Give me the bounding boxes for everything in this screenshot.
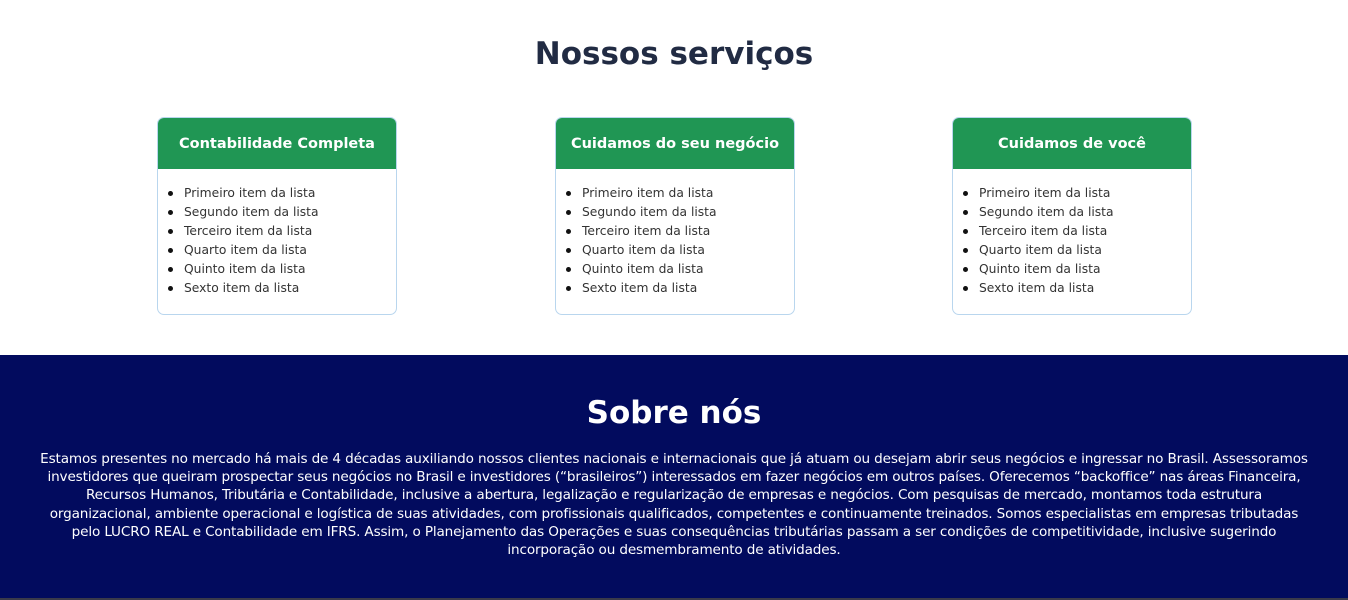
list-item: Primeiro item da lista: [566, 184, 794, 203]
service-card-contabilidade: Contabilidade Completa Primeiro item da …: [157, 117, 397, 315]
services-section: Nossos serviços Contabilidade Completa P…: [0, 0, 1348, 355]
list-item: Quarto item da lista: [566, 241, 794, 260]
list-item: Quinto item da lista: [963, 260, 1191, 279]
list-item: Terceiro item da lista: [963, 222, 1191, 241]
list-item: Segundo item da lista: [566, 203, 794, 222]
list-item: Quinto item da lista: [566, 260, 794, 279]
list-item: Segundo item da lista: [168, 203, 396, 222]
about-section: Sobre nós Estamos presentes no mercado h…: [0, 355, 1348, 598]
services-title: Nossos serviços: [534, 36, 814, 72]
card-list: Primeiro item da lista Segundo item da l…: [158, 169, 396, 298]
list-item: Quinto item da lista: [168, 260, 396, 279]
card-header: Cuidamos de você: [953, 118, 1191, 169]
list-item: Quarto item da lista: [963, 241, 1191, 260]
card-list: Primeiro item da lista Segundo item da l…: [556, 169, 794, 298]
card-header: Cuidamos do seu negócio: [556, 118, 794, 169]
card-header: Contabilidade Completa: [158, 118, 396, 169]
about-title: Sobre nós: [586, 395, 762, 431]
card-list: Primeiro item da lista Segundo item da l…: [953, 169, 1191, 298]
list-item: Primeiro item da lista: [168, 184, 396, 203]
list-item: Terceiro item da lista: [566, 222, 794, 241]
list-item: Terceiro item da lista: [168, 222, 396, 241]
list-item: Quarto item da lista: [168, 241, 396, 260]
service-card-voce: Cuidamos de você Primeiro item da lista …: [952, 117, 1192, 315]
service-card-negocio: Cuidamos do seu negócio Primeiro item da…: [555, 117, 795, 315]
list-item: Primeiro item da lista: [963, 184, 1191, 203]
list-item: Sexto item da lista: [963, 279, 1191, 298]
list-item: Segundo item da lista: [963, 203, 1191, 222]
list-item: Sexto item da lista: [566, 279, 794, 298]
about-text: Estamos presentes no mercado há mais de …: [40, 451, 1308, 559]
list-item: Sexto item da lista: [168, 279, 396, 298]
